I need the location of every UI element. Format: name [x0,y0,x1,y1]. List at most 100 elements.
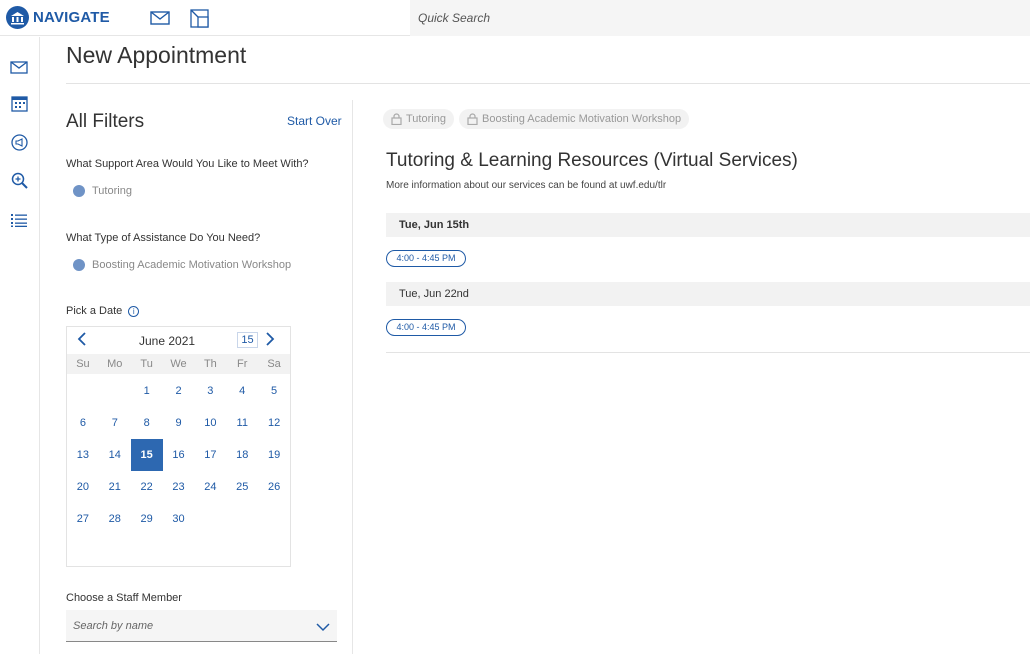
calendar-day[interactable]: 15 [130,439,163,471]
calendar-empty-cell [99,375,131,407]
calendar-empty-cell [226,503,258,535]
calendar-day[interactable]: 25 [226,471,258,503]
weekday-label: Mo [107,358,123,370]
staff-label: Choose a Staff Member [66,592,182,604]
app-name: NAVIGATE [33,9,110,26]
filter-pill-support-area: Tutoring [383,109,454,129]
calendar-empty-cell [194,503,226,535]
weekday-header: Su Mo Tu We Th Fr Sa [67,354,290,374]
calendar-day[interactable]: 4 [226,375,258,407]
calendar-empty-cell [258,503,290,535]
calendar-day[interactable]: 26 [258,471,290,503]
mail-icon[interactable] [150,11,170,30]
calendar-day[interactable]: 5 [258,375,290,407]
calendar-day[interactable]: 12 [258,407,290,439]
calendar-day[interactable]: 2 [163,375,195,407]
weekday-label: Th [203,358,217,370]
selected-dot-icon [73,259,85,271]
calendar-week-row: 27 28 29 30 [67,503,290,535]
top-bar: NAVIGATE [0,0,1030,36]
calendar-day[interactable]: 9 [163,407,195,439]
quick-search-input[interactable] [410,0,1030,36]
service-title: Tutoring & Learning Resources (Virtual S… [386,150,798,171]
panel-divider [352,100,353,654]
calendar-day[interactable]: 30 [163,503,195,535]
day-header: Tue, Jun 22nd [386,282,1030,306]
navigate-logo[interactable]: NAVIGATE [6,6,110,29]
calendar-day[interactable]: 20 [67,471,99,503]
calendar-day[interactable]: 24 [194,471,226,503]
staff-search-input[interactable] [66,610,306,641]
calendar-day[interactable]: 27 [67,503,99,535]
chevron-down-icon[interactable] [316,619,330,637]
calendar-day[interactable]: 18 [226,439,258,471]
calendar-day[interactable]: 14 [99,439,131,471]
calendar-day[interactable]: 11 [226,407,258,439]
calendar-day[interactable]: 21 [99,471,131,503]
calendar-empty-cell [67,375,99,407]
weekday-label: Su [76,358,90,370]
calendar-day[interactable]: 13 [67,439,99,471]
assistance-label: What Type of Assistance Do You Need? [66,232,261,244]
weekday-label: We [170,358,187,370]
calendar-month: June 2021 [139,334,196,348]
calendar-day[interactable]: 29 [131,503,163,535]
date-picker: June 2021 15 Su Mo Tu We Th Fr Sa 123456… [66,326,291,567]
calendar-icon[interactable] [9,93,29,113]
zoom-in-icon[interactable] [9,170,29,190]
time-slot-button[interactable]: 4:00 - 4:45 PM [386,250,466,267]
day-header: Tue, Jun 15th [386,213,1030,237]
calendar-week-row: 6 7 8 9 10 11 12 [67,407,290,439]
calendar-week-row: 13 14 15 16 17 18 19 [67,439,290,471]
time-slot-button[interactable]: 4:00 - 4:45 PM [386,319,466,336]
results-divider [386,352,1030,353]
split-window-icon[interactable] [190,9,209,33]
filters-title: All Filters [66,111,145,132]
mail-icon[interactable] [9,57,29,77]
weekday-label: Fr [237,358,248,370]
calendar-day[interactable]: 19 [258,439,290,471]
pick-date-label: Pick a Date i [66,305,140,317]
calendar-day[interactable]: 7 [99,407,131,439]
calendar-week-row: 12345 [67,375,290,407]
page-title: New Appointment [66,42,247,68]
assistance-value[interactable]: Boosting Academic Motivation Workshop [73,259,291,271]
calendar-day[interactable]: 3 [194,375,226,407]
quick-search[interactable] [410,0,1030,36]
calendar-week-row: 20 21 22 23 24 25 26 [67,471,290,503]
calendar-header: June 2021 15 [67,327,290,354]
staff-select[interactable] [66,610,337,642]
weekday-label: Tu [140,358,153,370]
calendar-day[interactable]: 10 [194,407,226,439]
info-icon[interactable]: i [128,306,140,317]
list-icon[interactable] [9,210,29,230]
service-info: More information about our services can … [386,180,667,191]
lock-icon [391,113,402,125]
lock-icon [467,113,478,125]
calendar-day[interactable]: 8 [131,407,163,439]
calendar-day[interactable]: 23 [163,471,195,503]
today-button[interactable]: 15 [237,332,258,348]
calendar-day[interactable]: 6 [67,407,99,439]
calendar-day[interactable]: 28 [99,503,131,535]
filter-pill-assistance: Boosting Academic Motivation Workshop [459,109,690,129]
start-over-link[interactable]: Start Over [287,114,342,128]
filter-pill-label: Tutoring [406,113,446,125]
assistance-text: Boosting Academic Motivation Workshop [92,259,292,271]
previous-month-chevron-icon[interactable] [77,331,87,352]
megaphone-icon[interactable] [9,132,29,152]
selected-dot-icon [73,185,85,197]
calendar-day[interactable]: 1 [131,375,163,407]
next-month-chevron-icon[interactable] [265,331,275,352]
calendar-day[interactable]: 17 [194,439,226,471]
support-area-text: Tutoring [92,185,132,197]
calendar-day[interactable]: 16 [163,439,195,471]
calendar-day[interactable]: 22 [131,471,163,503]
left-rail [0,37,40,654]
filter-pill-label: Boosting Academic Motivation Workshop [482,113,682,125]
calendar-grid: 1 2 3 4 5 6 7 8 9 10 11 12 13 14 15 16 17 18 19 20 21 22 23 24 2… [67,375,290,535]
support-area-value[interactable]: Tutoring [73,185,132,197]
support-area-label: What Support Area Would You Like to Meet… [66,158,309,170]
title-divider [66,83,1030,84]
institution-icon [6,6,29,29]
